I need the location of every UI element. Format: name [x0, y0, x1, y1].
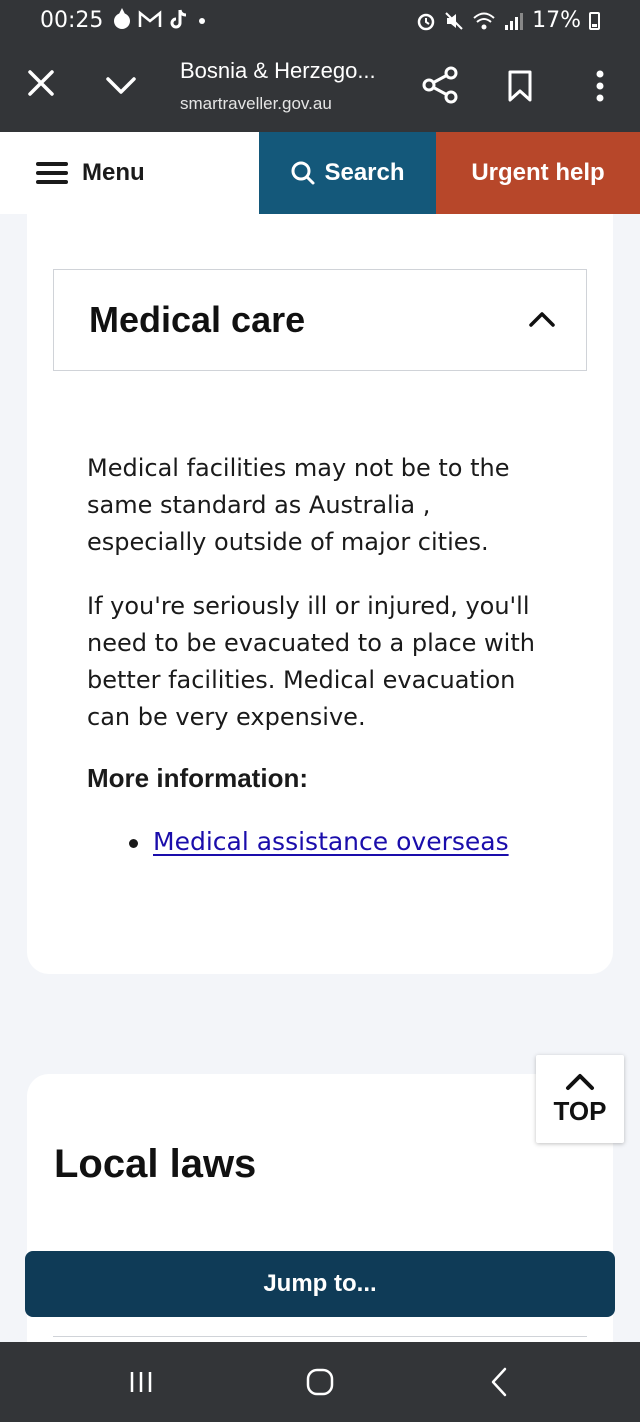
hamburger-icon: [36, 162, 68, 184]
urgent-help-button[interactable]: Urgent help: [436, 132, 640, 214]
share-icon[interactable]: [422, 66, 458, 104]
medical-paragraph: Medical facilities may not be to the sam…: [87, 454, 510, 556]
chevron-up-icon: [566, 1073, 594, 1090]
chevron-up-icon[interactable]: [528, 308, 556, 330]
battery-icon: [589, 11, 600, 30]
status-time: 00:25: [40, 8, 104, 33]
medical-care-title: Medical care: [89, 299, 306, 340]
jump-to-button[interactable]: Jump to...: [25, 1251, 615, 1317]
urgent-help-label: Urgent help: [471, 159, 605, 186]
dot-icon: [199, 18, 205, 24]
home-icon[interactable]: [306, 1368, 334, 1396]
site-nav: Menu Search Urgent help: [0, 132, 640, 214]
top-label: TOP: [553, 1095, 607, 1126]
local-laws-title: Local laws: [54, 1142, 257, 1186]
more-options-icon[interactable]: [588, 66, 612, 106]
close-icon[interactable]: [24, 66, 58, 100]
medical-care-accordion[interactable]: Medical care: [53, 269, 587, 371]
page-title: Bosnia & Herzego...: [180, 58, 376, 83]
more-information-heading: More information:: [87, 763, 308, 793]
notification-icons: [112, 8, 210, 30]
menu-label: Menu: [82, 159, 145, 186]
medical-care-card: Medical care Medical facilities may not …: [27, 214, 613, 974]
recent-apps-icon[interactable]: [128, 1370, 154, 1394]
more-information-list: Medical assistance overseas: [87, 827, 557, 856]
search-label: Search: [324, 159, 405, 186]
wifi-icon: [473, 12, 495, 29]
mute-icon: [445, 11, 463, 30]
search-icon: [291, 161, 315, 185]
back-to-top-button[interactable]: TOP: [536, 1055, 624, 1143]
chevron-down-icon[interactable]: [104, 72, 138, 100]
bookmark-icon[interactable]: [506, 70, 534, 102]
medical-paragraph: If you're seriously ill or injured, you'…: [87, 592, 535, 731]
tiktok-icon: [170, 9, 187, 29]
page-url: smartraveller.gov.au: [180, 94, 332, 113]
menu-button[interactable]: Menu: [0, 132, 259, 214]
signal-icon: [505, 12, 524, 30]
system-icons: 17%: [416, 8, 600, 33]
back-icon[interactable]: [490, 1366, 508, 1398]
medical-assistance-link[interactable]: Medical assistance overseas: [153, 827, 509, 856]
jump-to-label: Jump to...: [263, 1270, 377, 1297]
flame-icon: [114, 8, 130, 29]
search-button[interactable]: Search: [259, 132, 436, 214]
gmail-icon: [138, 10, 162, 27]
battery-percent: 17%: [532, 8, 581, 33]
browser-toolbar: Bosnia & Herzego... smartraveller.gov.au: [0, 42, 640, 132]
android-nav-bar: [0, 1342, 640, 1422]
alarm-icon: [417, 13, 435, 30]
list-item: Medical assistance overseas: [129, 827, 557, 856]
divider: [53, 1336, 587, 1337]
medical-care-content: Medical facilities may not be to the sam…: [87, 450, 557, 856]
status-bar: 00:25 17%: [0, 0, 640, 42]
